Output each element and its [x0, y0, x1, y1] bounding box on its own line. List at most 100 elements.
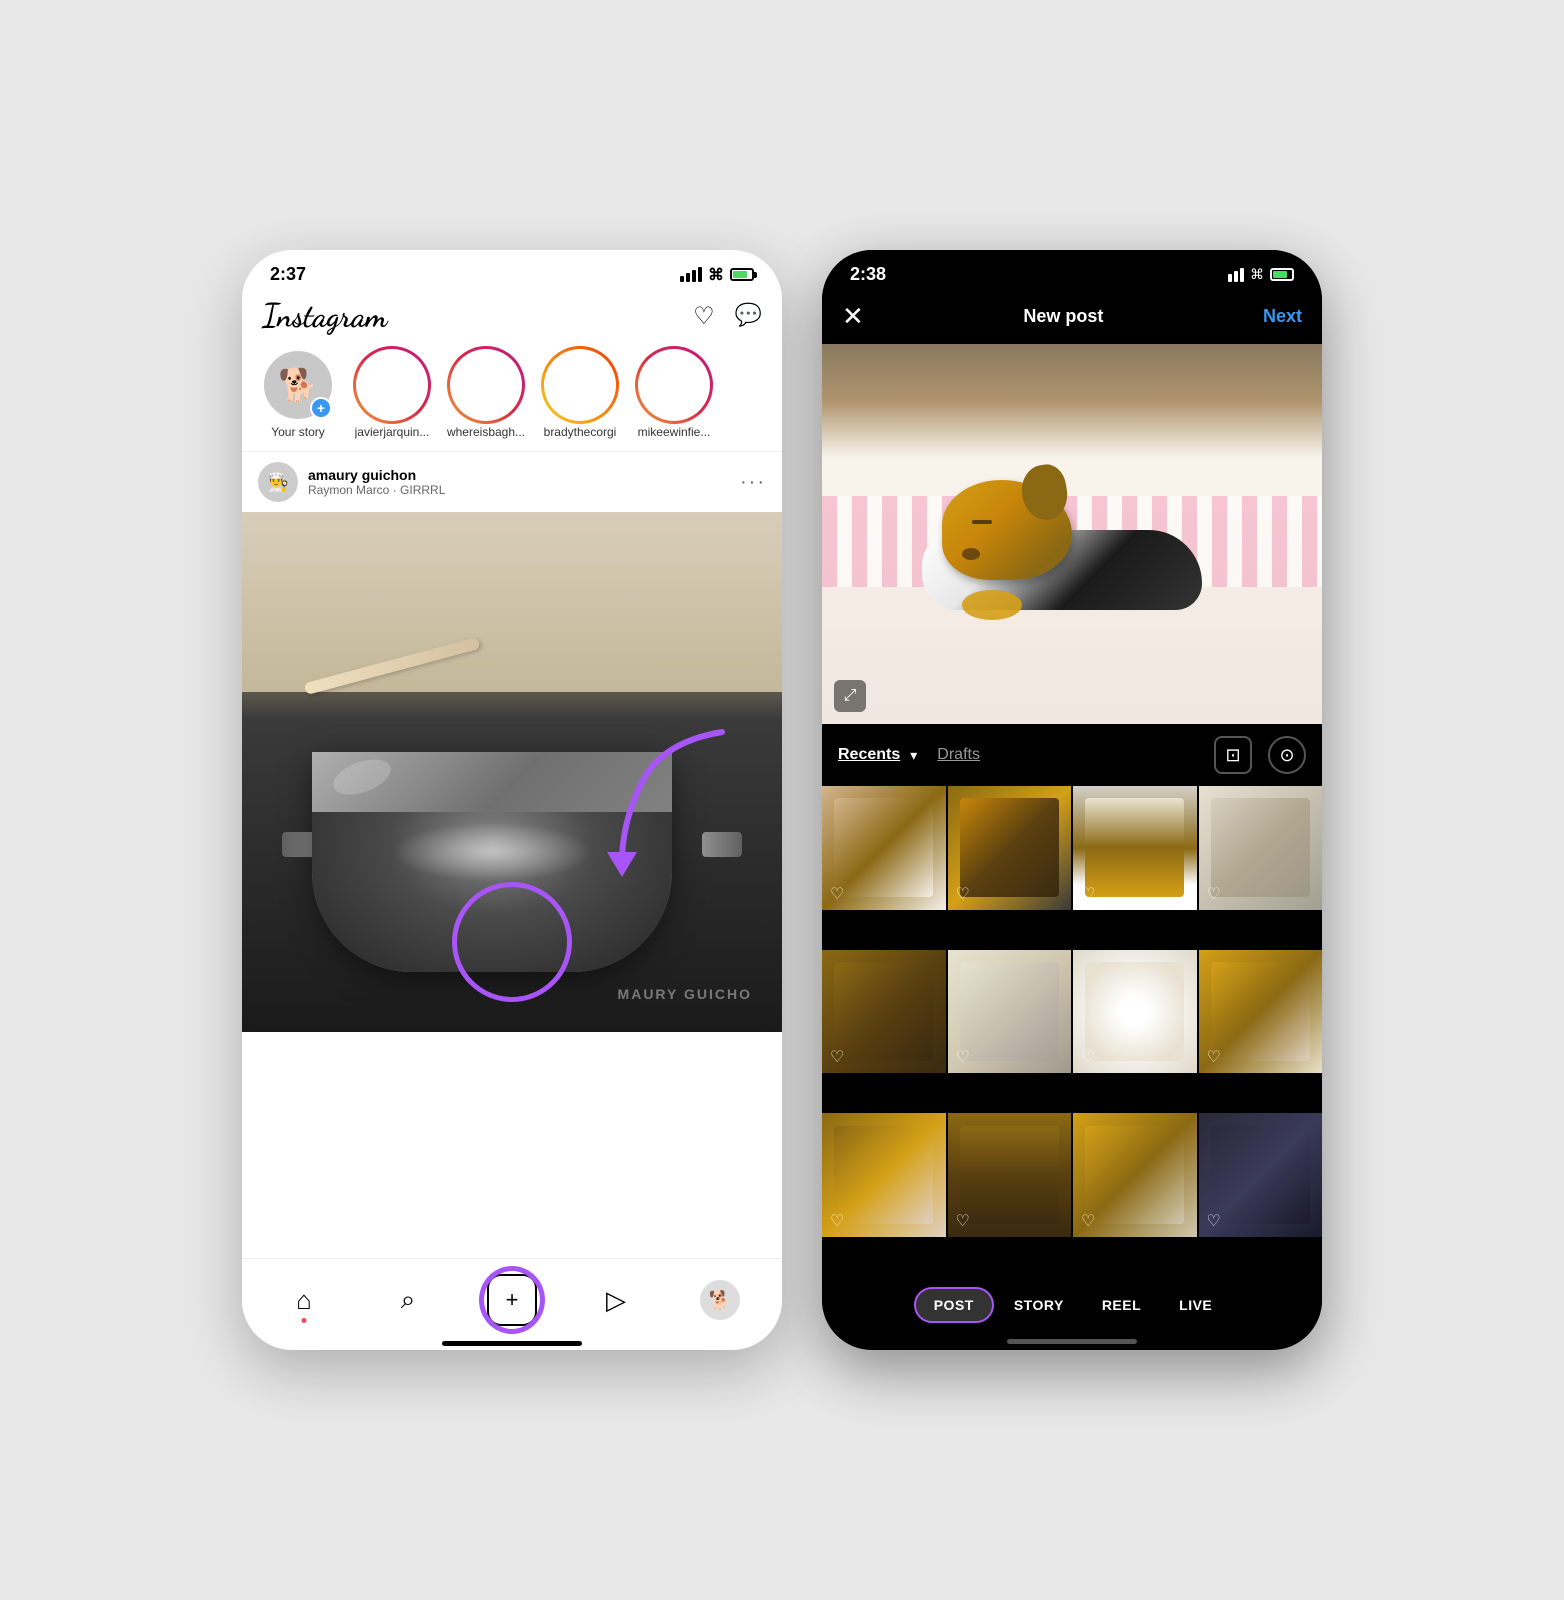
- photo-cell-7[interactable]: ♡: [1073, 950, 1197, 1074]
- photo-8-heart: ♡: [1207, 1047, 1221, 1067]
- nav-profile[interactable]: 🐕: [695, 1275, 745, 1325]
- tab-live[interactable]: LIVE: [1161, 1289, 1230, 1321]
- nav-search[interactable]: ⌕: [383, 1275, 433, 1325]
- photo-cell-11[interactable]: ♡: [1073, 1113, 1197, 1237]
- mikee-label: mikeewinfie...: [638, 425, 711, 439]
- add-button[interactable]: +: [487, 1274, 537, 1326]
- circle-annotation: [452, 882, 572, 1002]
- wifi-icon: ⌘: [708, 265, 724, 285]
- photo-1-heart: ♡: [830, 884, 844, 904]
- photo-cell-2[interactable]: ♡: [948, 786, 1072, 910]
- photo-cell-3[interactable]: ♡: [1073, 786, 1197, 910]
- select-multiple-button[interactable]: ⊡: [1214, 736, 1252, 774]
- photo-10-heart: ♡: [956, 1211, 970, 1231]
- header-icons: ♡ 💬: [693, 302, 762, 331]
- photo-7-heart: ♡: [1081, 1047, 1095, 1067]
- left-time: 2:37: [270, 264, 306, 285]
- expand-icon[interactable]: ⤢: [834, 680, 866, 712]
- story-item-javier[interactable]: 👨‍🍳 javierjarquin...: [352, 349, 432, 439]
- mikee-story-ring: [635, 346, 713, 424]
- photo-cell-1[interactable]: ♡: [822, 786, 946, 910]
- arrow-annotation: [542, 722, 742, 882]
- new-post-title: New post: [1023, 306, 1103, 327]
- search-icon: ⌕: [401, 1284, 416, 1316]
- camera-button[interactable]: ⊙: [1268, 736, 1306, 774]
- photo-9-heart: ♡: [830, 1211, 844, 1231]
- right-home-bar: [1007, 1339, 1137, 1344]
- nav-add[interactable]: +: [487, 1275, 537, 1325]
- photo-6-content: [960, 962, 1059, 1061]
- messenger-icon[interactable]: 💬: [735, 302, 762, 331]
- dog-sleeping-preview: 🌸 🌸: [822, 344, 1322, 724]
- tab-story[interactable]: STORY: [996, 1289, 1082, 1321]
- post-username[interactable]: amaury guichon: [308, 467, 740, 483]
- left-home-bar: [442, 1341, 582, 1346]
- dog-silhouette: [922, 490, 1222, 610]
- javier-story-ring: [353, 346, 431, 424]
- whereisbagh-avatar-wrap: 😤: [450, 349, 522, 421]
- photo-3-heart: ♡: [1081, 884, 1095, 904]
- heart-icon[interactable]: ♡: [693, 302, 715, 331]
- preview-image: 🌸 🌸 ⤢: [822, 344, 1322, 724]
- photo-cell-8[interactable]: ♡: [1199, 950, 1323, 1074]
- recents-tab[interactable]: Recents: [838, 746, 900, 764]
- right-time: 2:38: [850, 264, 886, 285]
- photo-cell-12[interactable]: ♡: [1199, 1113, 1323, 1237]
- countertop: [242, 512, 782, 692]
- right-battery-icon: [1270, 268, 1294, 281]
- add-story-badge: +: [310, 397, 332, 419]
- instagram-header: Instagram ♡ 💬: [242, 293, 782, 345]
- recents-dropdown-arrow[interactable]: ▾: [910, 747, 917, 764]
- photo-cell-4[interactable]: ♡: [1199, 786, 1323, 910]
- tab-post[interactable]: POST: [914, 1287, 994, 1323]
- reels-icon: ▷: [606, 1285, 626, 1316]
- nav-reels[interactable]: ▷: [591, 1275, 641, 1325]
- photo-cell-6[interactable]: ♡: [948, 950, 1072, 1074]
- add-button-highlight-ring: [479, 1266, 545, 1334]
- brady-label: bradythecorgi: [544, 425, 617, 439]
- dog-nose: [962, 548, 980, 560]
- photo-12-heart: ♡: [1207, 1211, 1221, 1231]
- chopstick: [304, 637, 481, 695]
- home-notification-dot: [302, 1318, 307, 1323]
- post-more-button[interactable]: ···: [740, 471, 766, 494]
- new-post-header: ✕ New post Next: [822, 293, 1322, 344]
- photo-11-content: [1085, 1126, 1184, 1225]
- photo-cell-9[interactable]: ♡: [822, 1113, 946, 1237]
- photo-5-content: [834, 962, 933, 1061]
- post-subtitle: Raymon Marco · GIRRRL: [308, 483, 740, 497]
- nav-home[interactable]: ⌂: [279, 1275, 329, 1325]
- camera-icon: ⊙: [1279, 745, 1294, 766]
- photo-5-heart: ♡: [830, 1047, 844, 1067]
- photo-9-content: [834, 1126, 933, 1225]
- photo-10-content: [960, 1126, 1059, 1225]
- photo-11-heart: ♡: [1081, 1211, 1095, 1231]
- close-button[interactable]: ✕: [842, 301, 864, 332]
- pot-shine: [329, 753, 396, 802]
- story-item-whereisbagh[interactable]: 😤 whereisbagh...: [446, 349, 526, 439]
- right-status-icons: ⌘: [1228, 266, 1294, 283]
- javier-label: javierjarquin...: [355, 425, 430, 439]
- photo-2-heart: ♡: [956, 884, 970, 904]
- left-phone: 2:37 ⌘ Instagram ♡ 💬 🐕: [242, 250, 782, 1350]
- your-story-avatar-wrap: 🐕 +: [262, 349, 334, 421]
- photo-4-content: [1211, 798, 1310, 897]
- photo-1-content: [834, 798, 933, 897]
- right-phone: 2:38 ⌘ ✕ New post Next: [822, 250, 1322, 1350]
- story-item-mikeewinfie[interactable]: 😎 mikeewinfie...: [634, 349, 714, 439]
- left-status-bar: 2:37 ⌘: [242, 250, 782, 293]
- brady-story-ring: [541, 346, 619, 424]
- story-item-bradythecorgi[interactable]: 🐕 bradythecorgi: [540, 349, 620, 439]
- photo-cell-10[interactable]: ♡: [948, 1113, 1072, 1237]
- tab-reel[interactable]: REEL: [1084, 1289, 1159, 1321]
- home-icon: ⌂: [296, 1285, 312, 1316]
- wifi-icon-right: ⌘: [1250, 266, 1264, 283]
- post-user-info: amaury guichon Raymon Marco · GIRRRL: [308, 467, 740, 497]
- javier-avatar-wrap: 👨‍🍳: [356, 349, 428, 421]
- drafts-tab[interactable]: Drafts: [937, 746, 980, 764]
- gallery-toolbar: Recents ▾ Drafts ⊡ ⊙: [822, 724, 1322, 786]
- next-button[interactable]: Next: [1263, 306, 1302, 327]
- stories-bar: 🐕 + Your story 👨‍🍳 javierjarquin... 😤: [242, 345, 782, 451]
- photo-cell-5[interactable]: ♡: [822, 950, 946, 1074]
- story-item-your-story[interactable]: 🐕 + Your story: [258, 349, 338, 439]
